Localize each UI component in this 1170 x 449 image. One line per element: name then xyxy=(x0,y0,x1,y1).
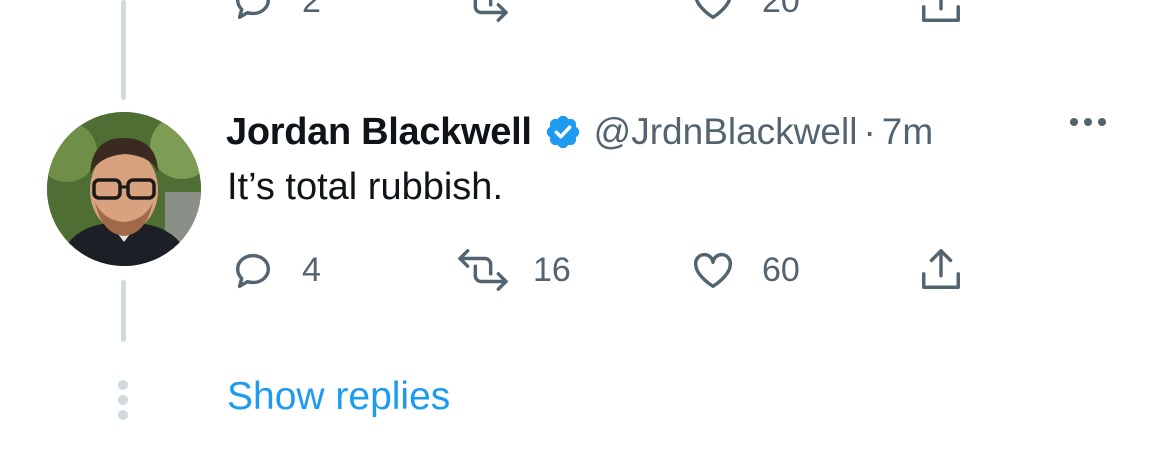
like-action[interactable]: 60 xyxy=(690,247,800,293)
ellipsis-dot xyxy=(118,410,128,420)
avatar-photo xyxy=(47,112,201,266)
show-replies-link[interactable]: Show replies xyxy=(227,375,450,419)
more-dot xyxy=(1070,118,1078,126)
reply-icon xyxy=(235,0,271,20)
like-count: 60 xyxy=(762,250,800,289)
like-icon xyxy=(694,0,732,20)
thread-ellipsis-icon xyxy=(118,380,128,420)
tweet-time[interactable]: 7m xyxy=(882,111,933,153)
reply-icon xyxy=(235,253,271,289)
reply-count: 4 xyxy=(302,250,321,289)
tweet-header: Jordan Blackwell @JrdnBlackwell · 7m xyxy=(226,106,933,158)
tweet-text: It’s total rubbish. xyxy=(227,166,504,208)
ellipsis-dot xyxy=(118,380,128,390)
author-name[interactable]: Jordan Blackwell xyxy=(226,111,532,154)
author-handle[interactable]: @JrdnBlackwell xyxy=(594,111,858,153)
retweet-count: 16 xyxy=(533,250,571,289)
retweet-icon xyxy=(458,249,508,291)
like-icon xyxy=(694,252,732,289)
retweet-icon xyxy=(473,0,508,22)
prev-reply-count: 2 xyxy=(302,0,321,20)
prev-reply-action[interactable]: 2 xyxy=(230,0,321,24)
share-icon xyxy=(922,249,960,289)
prev-retweet-action[interactable] xyxy=(455,0,511,24)
thread-line-bottom xyxy=(121,280,126,342)
retweet-action[interactable]: 16 xyxy=(455,247,571,293)
share-action[interactable] xyxy=(918,245,964,295)
share-icon xyxy=(922,0,960,22)
more-dot xyxy=(1098,118,1106,126)
thread-line-top xyxy=(121,0,126,100)
separator-dot: · xyxy=(863,111,876,152)
ellipsis-dot xyxy=(118,395,128,405)
reply-action[interactable]: 4 xyxy=(230,247,321,293)
avatar[interactable] xyxy=(47,112,201,266)
prev-like-count: 20 xyxy=(762,0,800,20)
prev-like-action[interactable]: 20 xyxy=(690,0,800,24)
prev-share-action[interactable] xyxy=(918,0,964,28)
more-dot xyxy=(1084,118,1092,126)
more-icon[interactable] xyxy=(1070,118,1106,126)
verified-badge-icon xyxy=(546,115,579,149)
